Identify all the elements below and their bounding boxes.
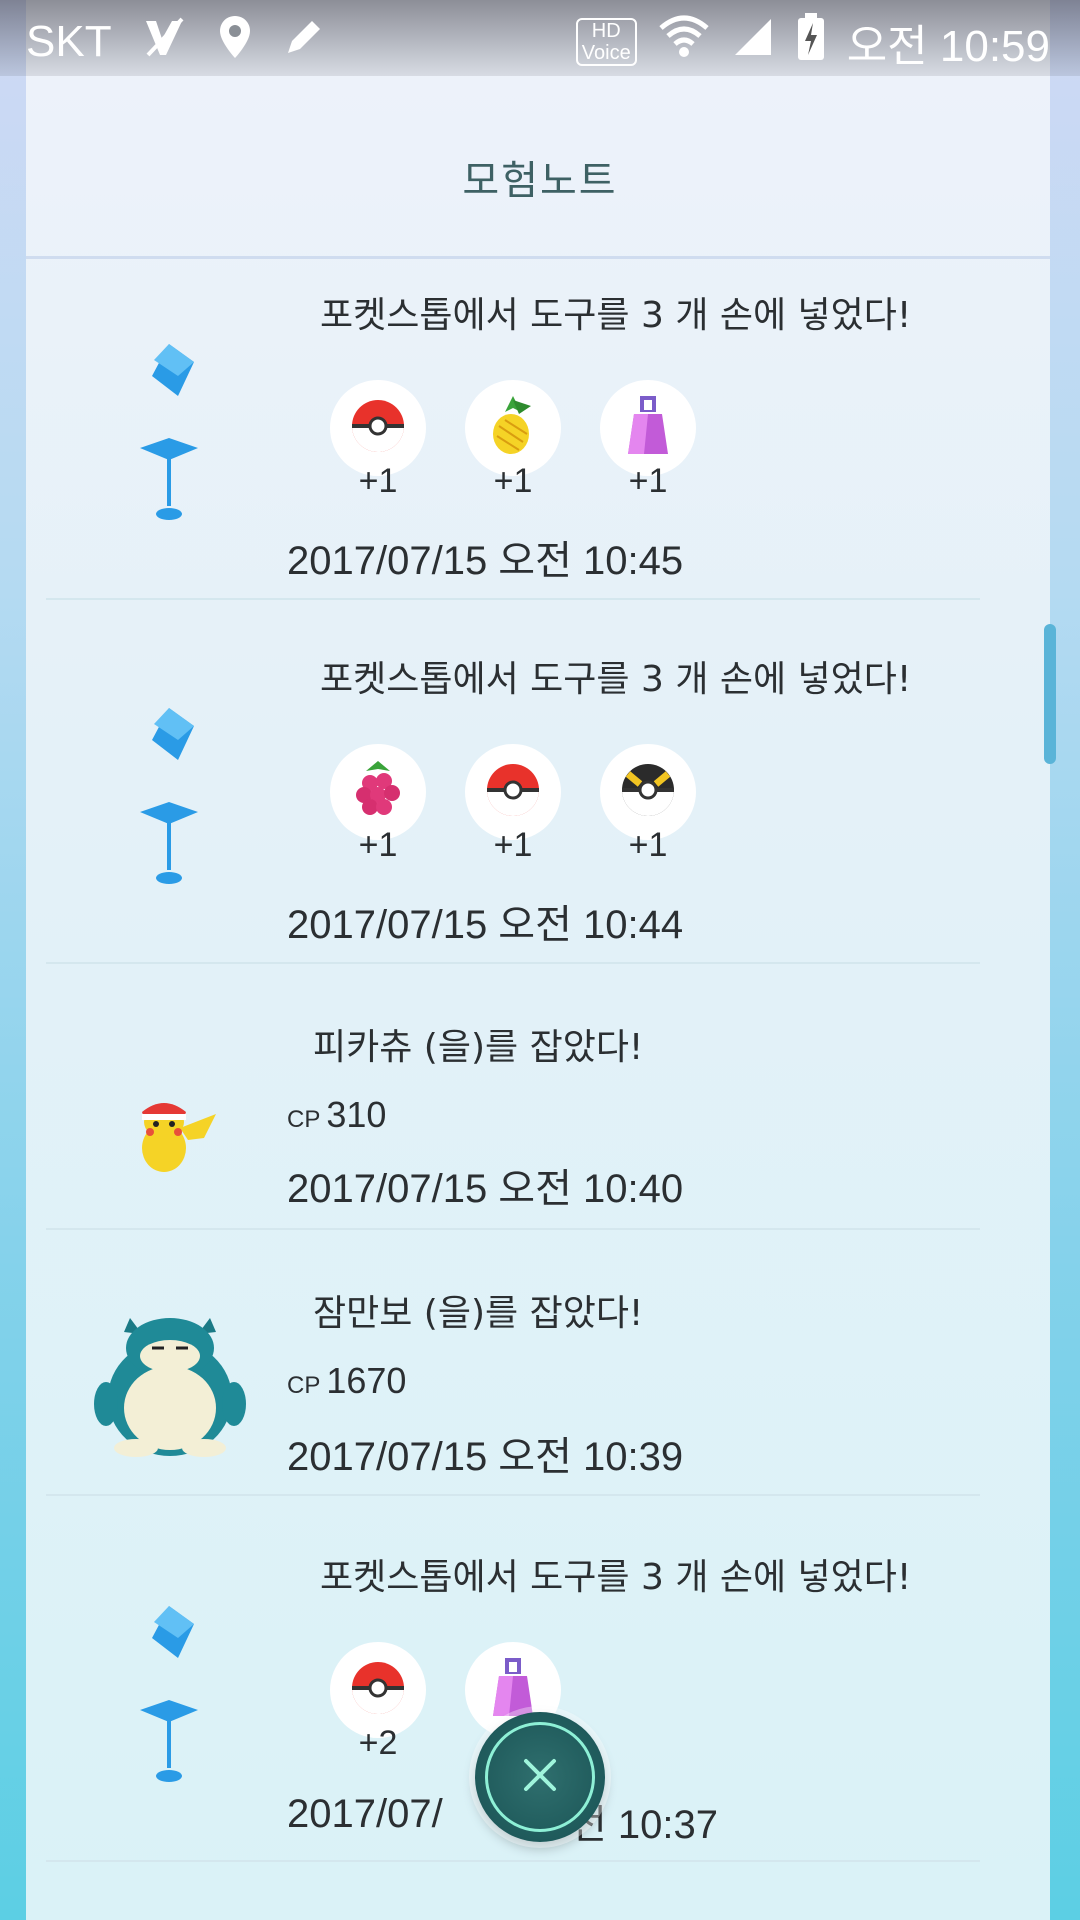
- entry-date: 2017/07/15 오전 10:45: [287, 539, 684, 583]
- battery-charging-icon: [797, 13, 825, 71]
- entry-title: 포켓스톱에서 도구를 3 개 손에 넣었다!: [320, 295, 912, 336]
- cp-label: CP: [287, 1106, 321, 1133]
- mute-vibrate-icon: [142, 15, 188, 69]
- divider: [46, 598, 980, 600]
- potion-icon: [624, 394, 672, 462]
- cp-value: CP 310: [287, 1094, 387, 1135]
- item-count: +1: [493, 462, 533, 500]
- close-button-ring: [485, 1722, 595, 1832]
- clock: 오전 10:59: [846, 22, 1050, 71]
- razz-berry-icon: [350, 759, 406, 825]
- signal-icon: [731, 15, 775, 69]
- cp-label: CP: [287, 1372, 321, 1399]
- entry-date: 2017/07/15 오전 10:39: [287, 1435, 684, 1479]
- entry-date: 2017/07/15 오전 10:40: [287, 1167, 684, 1211]
- pokestop-icon: [134, 700, 204, 894]
- close-button[interactable]: [475, 1712, 605, 1842]
- divider: [46, 1494, 980, 1496]
- item-count: +1: [493, 826, 533, 864]
- snorlax-icon: [90, 1308, 250, 1462]
- pokeball-icon: [350, 398, 406, 458]
- hd-voice-icon: HD Voice: [575, 18, 637, 66]
- page-title: 모험노트: [462, 158, 618, 204]
- carrier-label: SKT: [26, 17, 112, 66]
- item-count: +1: [628, 826, 668, 864]
- cp-value: CP 1670: [287, 1360, 407, 1401]
- ultra-ball-icon: [620, 762, 676, 822]
- divider: [46, 1228, 980, 1230]
- pokeball-icon: [485, 762, 541, 822]
- item-count: +1: [628, 462, 668, 500]
- status-bar: SKT HD Voice 오전 10:59: [0, 0, 1080, 76]
- pencil-icon: [282, 15, 326, 69]
- divider: [46, 962, 980, 964]
- pikachu-icon: [130, 1092, 220, 1180]
- entry-date: 2017/07/15 오전 10:44: [287, 903, 684, 947]
- pinap-berry-icon: [483, 394, 543, 462]
- entry-title: 포켓스톱에서 도구를 3 개 손에 넣었다!: [320, 659, 912, 700]
- wifi-icon: [659, 14, 709, 70]
- pokeball-icon: [350, 1660, 406, 1720]
- entry-title: 피카츄 (을)를 잡았다!: [313, 1027, 644, 1068]
- item-count: +2: [358, 1724, 398, 1762]
- pokestop-icon: [134, 1598, 204, 1792]
- item-count: +1: [358, 826, 398, 864]
- location-icon: [218, 14, 252, 70]
- entry-date: 2017/07/: [287, 1792, 443, 1836]
- entry-title: 잠만보 (을)를 잡았다!: [313, 1293, 644, 1334]
- item-count: +1: [358, 462, 398, 500]
- divider: [46, 1860, 980, 1862]
- scrollbar[interactable]: [1044, 624, 1056, 764]
- pokestop-icon: [134, 336, 204, 530]
- entry-title: 포켓스톱에서 도구를 3 개 손에 넣었다!: [320, 1557, 912, 1598]
